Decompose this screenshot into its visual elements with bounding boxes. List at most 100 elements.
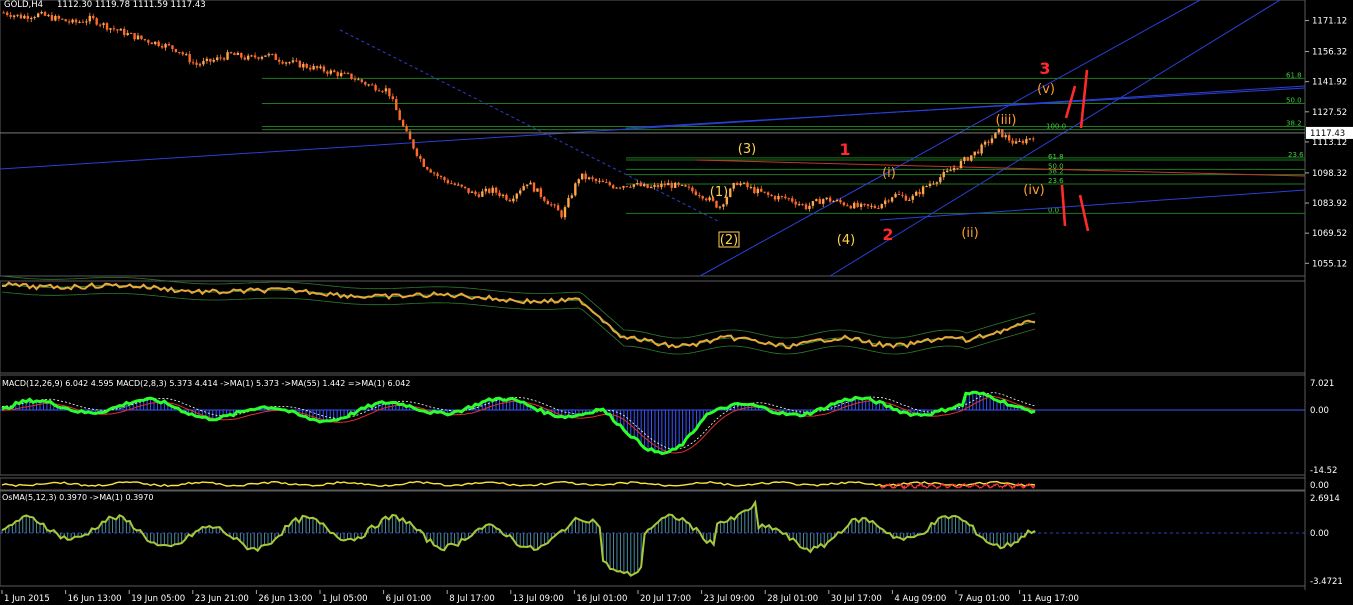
fib-level-label: 50.0 [1286,96,1302,104]
candle-body [85,21,88,23]
candle-body [1025,138,1028,144]
price-tick-label: 1171.12 [1312,17,1347,27]
fib-level-label: 100.0 [1046,123,1066,131]
candle-body [43,12,47,16]
wave-label: (1) [710,185,728,200]
candle-body [749,187,753,189]
candle-body [9,15,12,17]
candle-body [970,155,973,161]
osma-tick-label: 2.6914 [1310,494,1340,504]
candle-body [921,186,925,195]
candle-body [536,188,539,192]
candle-body [508,199,512,202]
candle-body [298,60,302,68]
candle-body [663,183,667,186]
price-tick-label: 1113.12 [1312,138,1347,148]
candle-body [33,17,36,19]
time-tick-label: 16 Jun 13:00 [68,594,122,604]
candle-body [1007,135,1011,141]
candle-body [866,204,870,206]
candle-body [811,201,815,206]
candle-body [346,72,350,74]
candle-body [143,39,147,41]
candle-body [512,198,515,202]
candle-body [315,66,319,69]
candle-body [470,191,474,193]
current-price-label: 1117.43 [1310,129,1345,139]
candle-body [928,183,932,187]
candle-body [19,14,23,19]
candle-body [150,42,153,45]
candle-body [181,52,184,55]
candle-body [959,161,963,169]
candle-body [622,186,625,188]
chart-window: 61.850.038.2100.023.661.850.038.223.60.0… [0,0,1353,605]
candle-body [1021,140,1025,144]
candle-body [291,60,295,63]
candle-body [791,198,794,202]
time-tick-label: 4 Aug 09:00 [894,594,946,604]
candle-body [556,205,560,211]
candle-body [660,183,663,188]
candle-body [5,12,9,16]
candle-body [432,172,436,174]
fib-level-label: 23.6 [1048,177,1064,185]
candle-body [911,195,914,200]
candle-body [704,198,708,201]
candle-body [859,203,863,207]
candle-body [670,183,673,188]
candle-body [377,90,381,92]
candle-body [746,182,749,188]
candle-body [477,194,481,197]
wave-label: (3) [738,142,756,157]
candle-body [529,182,532,185]
price-tick-label: 1083.92 [1312,199,1347,209]
candle-body [2,12,5,14]
candle-body [932,183,935,185]
candle-body [284,62,288,64]
candle-body [625,186,629,188]
candle-body [439,176,443,178]
candle-body [129,32,133,34]
wave-label: (v) [1037,82,1055,97]
candle-body [980,144,983,154]
candle-body [305,63,308,68]
candle-body [126,32,129,36]
candle-body [78,21,81,23]
candle-body [167,43,171,46]
candle-body [550,204,553,206]
candle-body [756,188,760,194]
candle-body [732,182,735,189]
wave-label: (iv) [1023,183,1044,198]
candle-body [973,151,976,156]
candle-body [887,200,890,202]
candle-body [777,196,780,200]
candle-body [698,195,701,197]
candle-body [405,126,408,132]
candle-body [123,28,126,36]
candle-body [691,187,694,192]
candle-body [801,204,804,206]
candle-body [133,33,136,40]
candle-body [766,192,770,195]
candle-body [109,28,112,30]
osc-tick-label: 0.00 [1310,481,1329,491]
wave-label: 2 [882,225,893,244]
candle-body [312,66,315,70]
candle-body [990,138,994,143]
candle-body [164,43,167,48]
candle-body [1028,138,1032,140]
candle-body [288,62,291,64]
candle-body [742,182,746,184]
candle-body [40,12,43,14]
candle-body [608,182,611,186]
candle-body [322,66,326,72]
candle-body [694,191,698,196]
wave-label: (2) [720,233,738,248]
candle-body [277,59,281,62]
candle-body [574,183,577,196]
price-tick-label: 1098.32 [1312,169,1347,179]
candle-body [23,15,26,19]
candle-body [216,57,219,60]
candle-body [229,52,233,54]
